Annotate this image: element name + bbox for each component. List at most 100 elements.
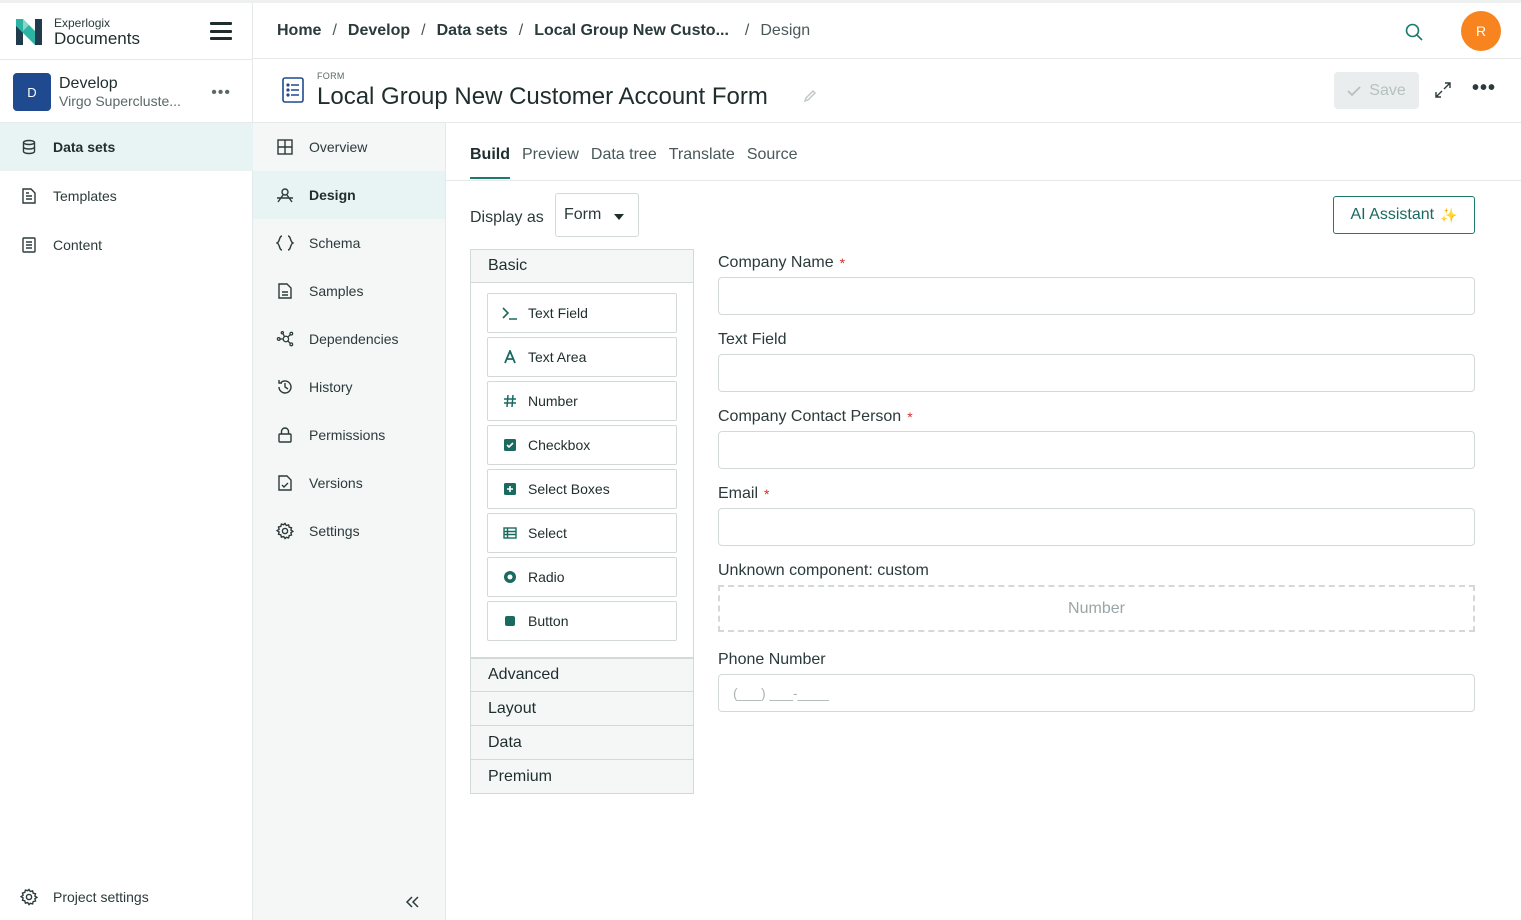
palette-item-button[interactable]: Button bbox=[487, 601, 677, 641]
company-name-input[interactable] bbox=[718, 277, 1475, 315]
project-switcher[interactable]: D Develop Virgo Supercluste... ••• bbox=[13, 72, 243, 112]
project-settings-link[interactable]: Project settings bbox=[20, 888, 149, 906]
subnav-item-samples[interactable]: Samples bbox=[253, 267, 445, 315]
text-field-label: Text Field bbox=[718, 326, 1475, 354]
tab-preview[interactable]: Preview bbox=[522, 146, 579, 179]
subnav-item-dependencies[interactable]: Dependencies bbox=[253, 315, 445, 363]
brand-name: Documents bbox=[54, 29, 140, 48]
ai-assistant-button[interactable]: AI Assistant ✨ bbox=[1333, 196, 1475, 234]
brand-small-text: Experlogix bbox=[54, 16, 111, 30]
palette-item-text-area[interactable]: Text Area bbox=[487, 337, 677, 377]
page-title-bar: FORM Local Group New Customer Account Fo… bbox=[253, 59, 1521, 123]
breadcrumb-separator: / bbox=[332, 22, 337, 39]
save-button[interactable]: Save bbox=[1334, 72, 1419, 109]
sidebar-item-label: Templates bbox=[53, 188, 117, 204]
palette-item-select-boxes[interactable]: Select Boxes bbox=[487, 469, 677, 509]
project-subtitle: Virgo Supercluste... bbox=[59, 92, 181, 109]
subnav-item-label: Design bbox=[309, 187, 356, 203]
breadcrumb-current: Design bbox=[760, 22, 811, 39]
search-icon[interactable] bbox=[1404, 22, 1424, 42]
main-content: Build Preview Data tree Translate Source… bbox=[446, 123, 1521, 920]
subnav-item-label: Overview bbox=[309, 139, 368, 155]
subnav-item-history[interactable]: History bbox=[253, 363, 445, 411]
breadcrumb-separator: / bbox=[744, 22, 750, 39]
tab-translate[interactable]: Translate bbox=[669, 146, 735, 179]
display-as-value: Form bbox=[564, 206, 602, 223]
breadcrumb-separator: / bbox=[518, 22, 524, 39]
palette-group-premium[interactable]: Premium bbox=[470, 760, 694, 794]
subnav-item-label: Versions bbox=[309, 475, 363, 491]
subnav-item-versions[interactable]: Versions bbox=[253, 459, 445, 507]
custom-component-placeholder[interactable]: Number bbox=[718, 585, 1475, 632]
component-palette: Basic Text Field Text Area Number Checkb… bbox=[470, 249, 694, 794]
palette-group-data[interactable]: Data bbox=[470, 726, 694, 760]
hash-icon bbox=[502, 393, 518, 409]
field-label-text: Text Field bbox=[718, 331, 787, 348]
subnav-item-overview[interactable]: Overview bbox=[253, 123, 445, 171]
radio-icon bbox=[502, 569, 518, 585]
caret-down-icon bbox=[614, 214, 624, 220]
menu-toggle-icon[interactable] bbox=[210, 22, 232, 40]
sidebar-divider bbox=[0, 59, 253, 60]
company-name-label: Company Name * bbox=[718, 249, 1475, 277]
tab-data-tree[interactable]: Data tree bbox=[591, 146, 657, 179]
pencil-icon[interactable] bbox=[803, 89, 817, 103]
palette-item-text-field[interactable]: Text Field bbox=[487, 293, 677, 333]
tab-source[interactable]: Source bbox=[747, 146, 798, 179]
subnav-item-schema[interactable]: Schema bbox=[253, 219, 445, 267]
subnav-item-label: History bbox=[309, 379, 353, 395]
versions-icon bbox=[276, 474, 294, 492]
project-settings-label: Project settings bbox=[53, 889, 149, 905]
palette-group-basic[interactable]: Basic bbox=[470, 249, 694, 283]
collapse-double-chevron-icon[interactable] bbox=[403, 893, 421, 911]
user-avatar[interactable]: R bbox=[1461, 11, 1501, 51]
palette-basic-items: Text Field Text Area Number Checkbox Sel… bbox=[470, 283, 694, 658]
design-icon bbox=[276, 186, 294, 204]
palette-group-advanced[interactable]: Advanced bbox=[470, 658, 694, 692]
expand-icon[interactable] bbox=[1434, 81, 1452, 99]
sidebar-item-content[interactable]: Content bbox=[0, 221, 253, 269]
breadcrumb-dataset[interactable]: Local Group New Custo... bbox=[534, 22, 729, 40]
project-more-icon[interactable]: ••• bbox=[211, 84, 231, 102]
palette-group-layout[interactable]: Layout bbox=[470, 692, 694, 726]
required-mark: * bbox=[839, 255, 846, 271]
network-icon bbox=[276, 330, 294, 348]
subnav-item-design[interactable]: Design bbox=[253, 171, 445, 219]
subnav-item-permissions[interactable]: Permissions bbox=[253, 411, 445, 459]
sidebar-item-data-sets[interactable]: Data sets bbox=[0, 123, 253, 171]
form-type-label: FORM bbox=[317, 71, 345, 81]
breadcrumb-develop[interactable]: Develop bbox=[348, 22, 410, 40]
phone-number-input[interactable]: (___) ___-____ bbox=[718, 674, 1475, 712]
save-button-label: Save bbox=[1369, 81, 1406, 99]
contact-person-label: Company Contact Person * bbox=[718, 403, 1475, 431]
experlogix-logo-icon bbox=[16, 19, 42, 45]
design-subnav: Overview Design Schema Samples Dependenc… bbox=[253, 123, 446, 920]
checkbox-icon bbox=[502, 437, 518, 453]
palette-item-select[interactable]: Select bbox=[487, 513, 677, 553]
project-avatar: D bbox=[13, 73, 51, 111]
form-icon bbox=[282, 77, 304, 103]
more-options-icon[interactable]: ••• bbox=[1472, 77, 1496, 100]
display-as-select[interactable]: Form bbox=[555, 193, 639, 237]
document-icon bbox=[276, 282, 294, 300]
terminal-icon bbox=[502, 305, 518, 321]
tab-build[interactable]: Build bbox=[470, 146, 510, 179]
breadcrumb-data-sets[interactable]: Data sets bbox=[437, 22, 508, 40]
contact-person-input[interactable] bbox=[718, 431, 1475, 469]
sidebar-item-label: Content bbox=[53, 237, 103, 253]
braces-icon bbox=[276, 234, 294, 252]
breadcrumb-home[interactable]: Home bbox=[277, 22, 321, 40]
subnav-item-label: Settings bbox=[309, 523, 360, 539]
palette-item-radio[interactable]: Radio bbox=[487, 557, 677, 597]
palette-item-label: Select Boxes bbox=[528, 481, 610, 497]
sidebar-item-templates[interactable]: Templates bbox=[0, 172, 253, 220]
subnav-item-settings[interactable]: Settings bbox=[253, 507, 445, 555]
stop-icon bbox=[502, 613, 518, 629]
breadcrumb: Home / Develop / Data sets / Local Group… bbox=[277, 22, 810, 40]
grid-icon bbox=[276, 138, 294, 156]
palette-item-checkbox[interactable]: Checkbox bbox=[487, 425, 677, 465]
palette-item-number[interactable]: Number bbox=[487, 381, 677, 421]
brand-logo[interactable]: Experlogix Documents bbox=[16, 17, 140, 47]
text-field-input[interactable] bbox=[718, 354, 1475, 392]
email-input[interactable] bbox=[718, 508, 1475, 546]
